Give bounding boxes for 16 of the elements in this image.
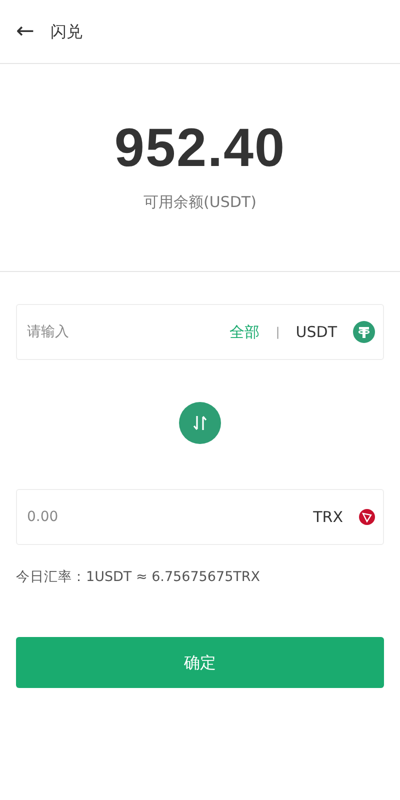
swap-button[interactable] (179, 402, 221, 444)
separator: | (276, 324, 280, 341)
currency-label: USDT (296, 322, 337, 343)
amount-field[interactable]: 请输入 全部 | USDT (16, 304, 384, 360)
balance-amount: 952.40 (114, 121, 286, 176)
balance-label: 可用余额(USDT) (144, 192, 256, 214)
tron-icon (359, 509, 375, 525)
amount-input[interactable]: 0.00 (25, 506, 298, 528)
back-button[interactable]: ← (16, 20, 34, 42)
tether-icon (353, 321, 375, 343)
swap-icon (193, 414, 207, 432)
exchange-rate: 今日汇率：1USDT ≈ 6.75675675TRX (15, 568, 262, 587)
amount-input[interactable]: 请输入 (25, 320, 214, 344)
page-title: 闪兑 (50, 20, 82, 42)
amount-field[interactable]: 0.00 TRX (16, 489, 384, 545)
currency-label: TRX (313, 506, 343, 528)
